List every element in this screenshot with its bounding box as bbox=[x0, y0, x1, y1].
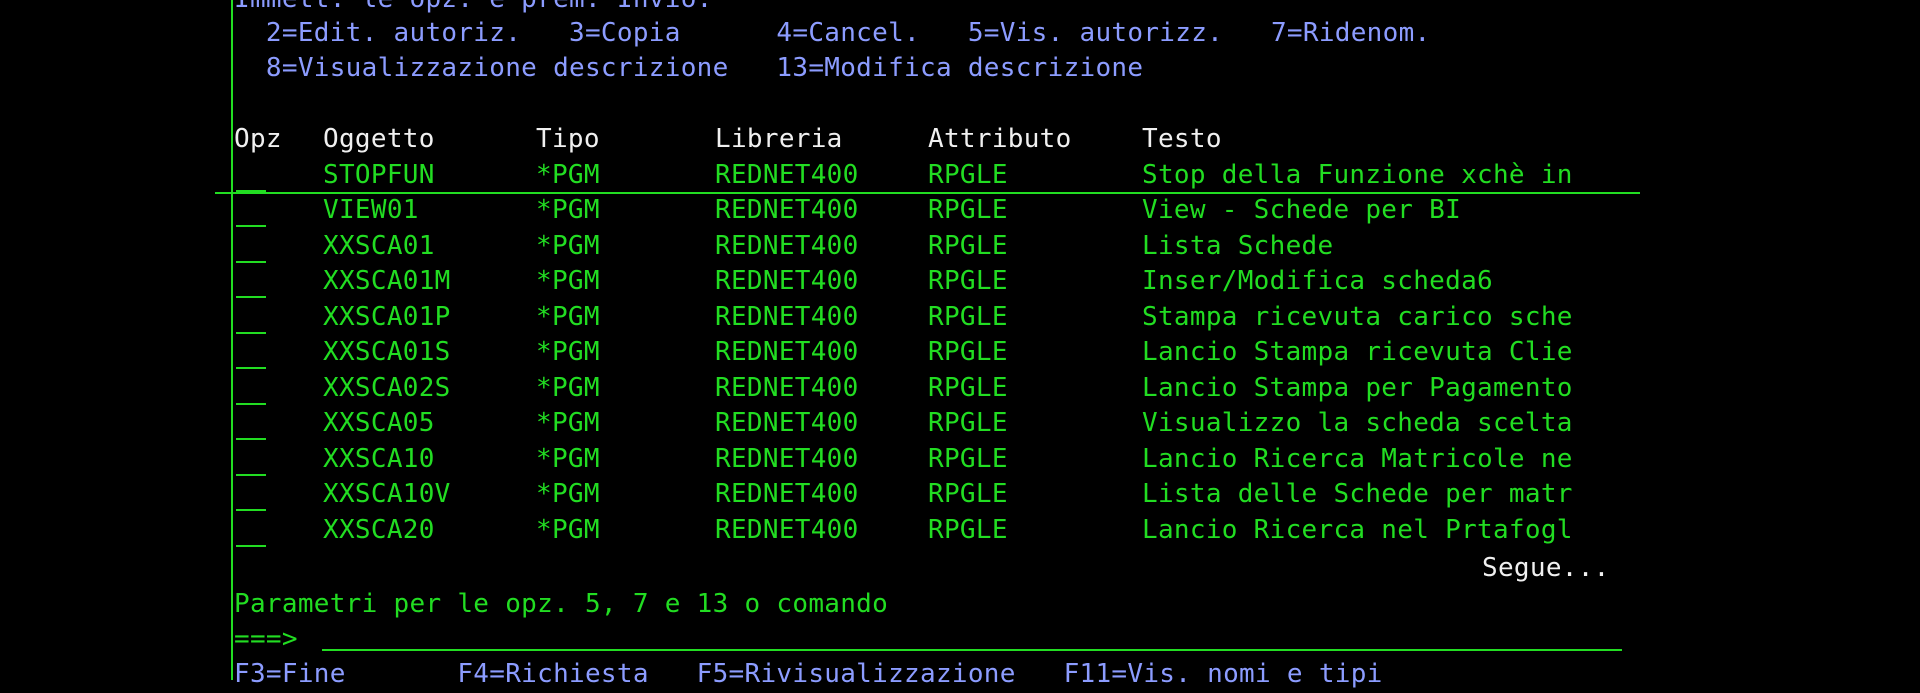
row-option-input[interactable] bbox=[236, 337, 266, 369]
row-testo: Lancio Stampa per Pagamento bbox=[1142, 372, 1573, 403]
row-testo: Lista delle Schede per matr bbox=[1142, 479, 1573, 509]
row-attributo: RPGLE bbox=[928, 266, 1008, 296]
row-tipo: *PGM bbox=[536, 514, 600, 545]
row-libreria: REDNET400 bbox=[715, 372, 859, 403]
row-testo: Inser/Modifica scheda6 bbox=[1142, 266, 1493, 296]
row-oggetto: XXSCA20 bbox=[323, 514, 435, 545]
row-attributo: RPGLE bbox=[928, 159, 1008, 190]
row-libreria: REDNET400 bbox=[715, 408, 859, 438]
row-option-input[interactable] bbox=[236, 514, 266, 547]
row-option-input[interactable] bbox=[236, 479, 266, 511]
row-libreria: REDNET400 bbox=[715, 195, 859, 225]
row-libreria: REDNET400 bbox=[715, 337, 859, 367]
row-oggetto: XXSCA01P bbox=[323, 301, 451, 332]
row-tipo: *PGM bbox=[536, 479, 600, 509]
row-testo: Lista Schede bbox=[1142, 230, 1334, 261]
row-attributo: RPGLE bbox=[928, 195, 1008, 225]
row-tipo: *PGM bbox=[536, 195, 600, 225]
row-option-input[interactable] bbox=[236, 301, 266, 334]
row-tipo: *PGM bbox=[536, 337, 600, 367]
row-libreria: REDNET400 bbox=[715, 301, 859, 332]
row-tipo: *PGM bbox=[536, 266, 600, 296]
row-tipo: *PGM bbox=[536, 372, 600, 403]
row-libreria: REDNET400 bbox=[715, 514, 859, 545]
row-option-input[interactable] bbox=[236, 195, 266, 227]
row-oggetto: VIEW01 bbox=[323, 195, 419, 225]
row-attributo: RPGLE bbox=[928, 408, 1008, 438]
row-oggetto: XXSCA10 bbox=[323, 443, 435, 474]
row-tipo: *PGM bbox=[536, 230, 600, 261]
terminal-screen: Immett. le opz. e prem. Invio. 2=Edit. a… bbox=[0, 0, 1920, 689]
row-attributo: RPGLE bbox=[928, 337, 1008, 367]
row-option-input[interactable] bbox=[236, 372, 266, 405]
instructions-line: Immett. le opz. e prem. Invio. bbox=[234, 0, 713, 18]
row-tipo: *PGM bbox=[536, 408, 600, 438]
row-testo: Visualizzo la scheda scelta bbox=[1142, 408, 1573, 438]
row-oggetto: XXSCA01 bbox=[323, 230, 435, 261]
row-tipo: *PGM bbox=[536, 443, 600, 474]
row-libreria: REDNET400 bbox=[715, 443, 859, 474]
header-testo: Testo bbox=[1142, 124, 1222, 154]
header-libreria: Libreria bbox=[715, 124, 843, 154]
row-attributo: RPGLE bbox=[928, 443, 1008, 474]
row-option-input[interactable] bbox=[236, 266, 266, 298]
command-input[interactable] bbox=[322, 617, 1622, 651]
column-separator bbox=[231, 0, 233, 680]
row-oggetto: STOPFUN bbox=[323, 159, 435, 190]
row-attributo: RPGLE bbox=[928, 301, 1008, 332]
header-tipo: Tipo bbox=[536, 124, 600, 154]
row-attributo: RPGLE bbox=[928, 479, 1008, 509]
row-testo: Lancio Ricerca nel Prtafogl bbox=[1142, 514, 1573, 545]
row-oggetto: XXSCA10V bbox=[323, 479, 451, 509]
row-attributo: RPGLE bbox=[928, 230, 1008, 261]
row-option-input[interactable] bbox=[236, 408, 266, 440]
header-oggetto: Oggetto bbox=[323, 124, 435, 154]
row-tipo: *PGM bbox=[536, 159, 600, 190]
function-keys[interactable]: F3=Fine F4=Richiesta F5=Rivisualizzazion… bbox=[234, 657, 1383, 693]
row-attributo: RPGLE bbox=[928, 514, 1008, 545]
row-testo: Stop della Funzione xchè in bbox=[1142, 159, 1573, 190]
row-testo: Lancio Stampa ricevuta Clie bbox=[1142, 337, 1573, 367]
row-oggetto: XXSCA01S bbox=[323, 337, 451, 367]
row-libreria: REDNET400 bbox=[715, 479, 859, 509]
row-oggetto: XXSCA02S bbox=[323, 372, 451, 403]
row-testo: Lancio Ricerca Matricole ne bbox=[1142, 443, 1573, 474]
header-opz: Opz bbox=[234, 124, 282, 154]
options-line-2: 8=Visualizzazione descrizione 13=Modific… bbox=[234, 53, 1144, 83]
more-indicator: Segue... bbox=[1482, 553, 1610, 583]
options-line-1: 2=Edit. autoriz. 3=Copia 4=Cancel. 5=Vis… bbox=[234, 18, 1431, 48]
row-tipo: *PGM bbox=[536, 301, 600, 332]
row-oggetto: XXSCA05 bbox=[323, 408, 435, 438]
command-prompt: ===> bbox=[234, 624, 298, 654]
row-oggetto: XXSCA01M bbox=[323, 266, 451, 296]
row-option-input[interactable] bbox=[236, 230, 266, 263]
header-attributo: Attributo bbox=[928, 124, 1072, 154]
row-libreria: REDNET400 bbox=[715, 266, 859, 296]
row-testo: Stampa ricevuta carico sche bbox=[1142, 301, 1573, 332]
row-libreria: REDNET400 bbox=[715, 159, 859, 190]
row-option-input[interactable] bbox=[236, 443, 266, 476]
row-option-input[interactable] bbox=[236, 159, 266, 192]
row-libreria: REDNET400 bbox=[715, 230, 859, 261]
row-testo: View - Schede per BI bbox=[1142, 195, 1462, 225]
row-attributo: RPGLE bbox=[928, 372, 1008, 403]
